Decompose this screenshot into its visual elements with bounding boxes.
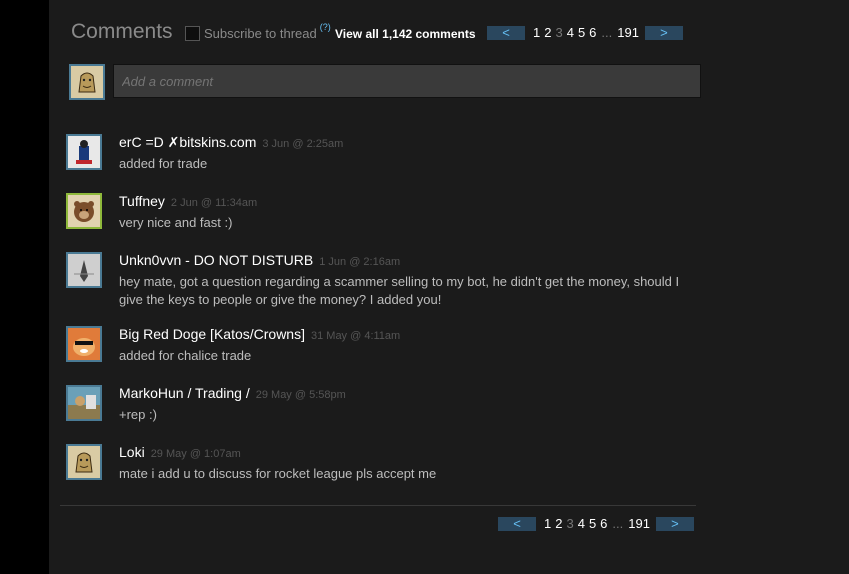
divider	[60, 505, 696, 506]
view-all-comments-link[interactable]: View all 1,142 comments	[335, 27, 476, 41]
avatar-image	[68, 254, 100, 286]
next-page-button[interactable]: >	[655, 516, 694, 531]
last-page-link[interactable]: 191	[617, 25, 639, 40]
comment-date: 1 Jun @ 2:16am	[319, 256, 401, 268]
next-page-button[interactable]: >	[644, 25, 683, 40]
comment-date: 29 May @ 1:07am	[150, 448, 241, 460]
comment-author[interactable]: MarkoHun / Trading /	[119, 385, 250, 401]
comment-author[interactable]: Big Red Doge [Katos/Crowns]	[119, 326, 305, 342]
comment-text: added for trade	[119, 156, 208, 171]
comment-author[interactable]: Tuffney	[119, 193, 165, 209]
avatar-image	[68, 328, 100, 360]
page-link[interactable]: 5	[578, 25, 585, 40]
comment-author[interactable]: erC =D ✗bitskins.com	[119, 134, 256, 150]
page-link[interactable]: 1	[533, 25, 540, 40]
pagination-ellipsis: ...	[601, 25, 613, 40]
comment-text: +rep :)	[119, 407, 157, 422]
pagination-top: < 1 2 3 4 5 6 ... 191 >	[487, 25, 683, 40]
commenter-avatar[interactable]	[66, 193, 102, 229]
avatar-image	[68, 136, 100, 168]
help-link[interactable]: (?)	[320, 22, 331, 32]
commenter-avatar[interactable]	[66, 326, 102, 362]
avatar-image	[71, 66, 103, 98]
last-page-link[interactable]: 191	[628, 516, 650, 531]
page-link[interactable]: 6	[589, 25, 596, 40]
avatar-image	[68, 195, 100, 227]
comment-input[interactable]	[113, 64, 701, 98]
comments-title: Comments	[71, 20, 173, 43]
current-page: 3	[566, 516, 574, 531]
subscribe-control[interactable]: Subscribe to thread (?)	[185, 22, 331, 41]
prev-page-button[interactable]: <	[487, 25, 525, 40]
pagination-bottom: < 1 2 3 4 5 6 ... 191 >	[498, 516, 694, 531]
page-link[interactable]: 1	[544, 516, 551, 531]
comment-date: 3 Jun @ 2:25am	[262, 138, 344, 150]
comment-date: 29 May @ 5:58pm	[255, 389, 346, 401]
comment-author[interactable]: Loki	[119, 444, 145, 460]
comment-text: hey mate, got a question regarding a sca…	[119, 274, 680, 307]
comment-text: very nice and fast :)	[119, 215, 233, 230]
user-avatar[interactable]	[69, 64, 105, 100]
comment-date: 31 May @ 4:11am	[310, 330, 401, 342]
comment-text: mate i add u to discuss for rocket leagu…	[119, 466, 437, 481]
page-link[interactable]: 2	[555, 516, 562, 531]
commenter-avatar[interactable]	[66, 134, 102, 170]
current-page: 3	[555, 25, 563, 40]
comment-text: added for chalice trade	[119, 348, 252, 363]
avatar-image	[68, 387, 100, 419]
page-link[interactable]: 4	[578, 516, 585, 531]
comment-author[interactable]: Unkn0vvn - DO NOT DISTURB	[119, 252, 313, 268]
commenter-avatar[interactable]	[66, 385, 102, 421]
page-link[interactable]: 5	[589, 516, 596, 531]
avatar-image	[68, 446, 100, 478]
comment-date: 2 Jun @ 11:34am	[170, 197, 258, 209]
commenter-avatar[interactable]	[66, 252, 102, 288]
page-link[interactable]: 2	[544, 25, 551, 40]
page-link[interactable]: 6	[600, 516, 607, 531]
prev-page-button[interactable]: <	[498, 516, 536, 531]
subscribe-label[interactable]: Subscribe to thread	[204, 26, 317, 41]
subscribe-checkbox[interactable]	[185, 26, 200, 41]
commenter-avatar[interactable]	[66, 444, 102, 480]
comments-panel: Comments Subscribe to thread (?) View al…	[49, 0, 849, 574]
pagination-ellipsis: ...	[612, 516, 624, 531]
page-link[interactable]: 4	[567, 25, 574, 40]
